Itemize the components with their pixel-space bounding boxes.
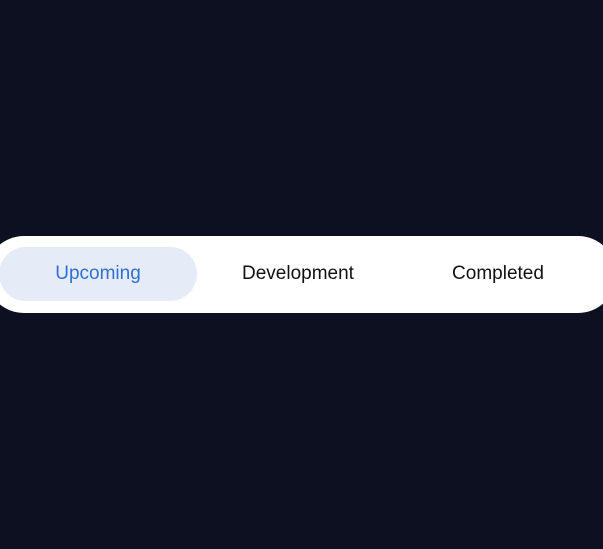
tab-upcoming-label: Upcoming	[55, 263, 141, 284]
tab-development[interactable]: Development	[199, 247, 397, 301]
tab-completed-label: Completed	[452, 263, 544, 284]
tab-development-label: Development	[242, 263, 354, 284]
tab-upcoming[interactable]: Upcoming	[0, 247, 197, 301]
tab-completed[interactable]: Completed	[399, 247, 597, 301]
tab-bar: Upcoming Development Completed	[0, 236, 603, 313]
